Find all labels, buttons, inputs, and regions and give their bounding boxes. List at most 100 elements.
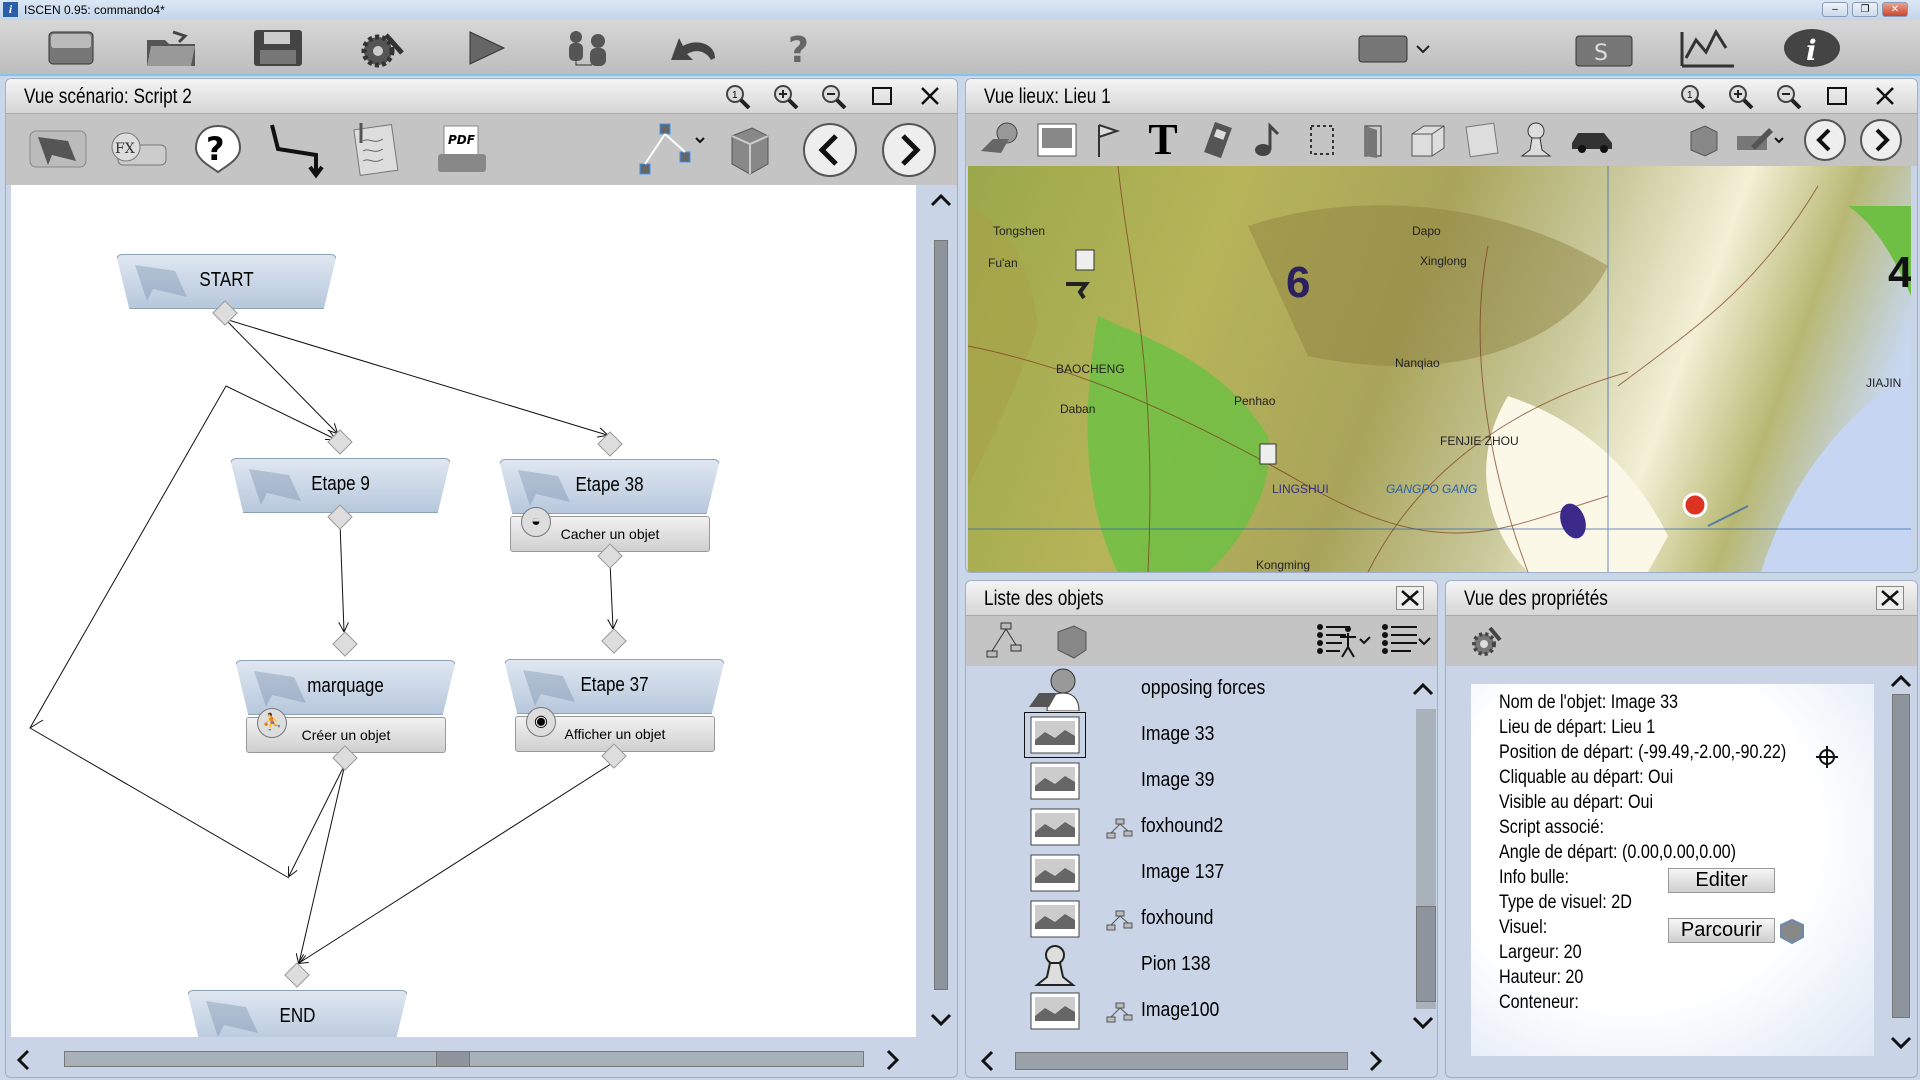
browse-button[interactable]: Parcourir	[1668, 918, 1775, 943]
map-object-image[interactable]	[1075, 249, 1095, 271]
settings-button[interactable]	[354, 26, 410, 70]
image-tool[interactable]	[1034, 120, 1080, 160]
close-panel-button[interactable]	[1871, 84, 1899, 108]
node-etape-38[interactable]: Etape 38	[499, 459, 720, 514]
chevron-left-icon[interactable]	[980, 1050, 994, 1072]
zoom-out-button[interactable]	[1775, 84, 1803, 109]
cube-tool[interactable]	[724, 122, 774, 178]
crosshair-icon[interactable]	[1816, 746, 1838, 768]
close-panel-button[interactable]	[1876, 586, 1904, 610]
list-item-selected[interactable]: Image 33	[966, 712, 1406, 758]
box-tool[interactable]	[1406, 120, 1450, 160]
node-end[interactable]: END	[187, 990, 408, 1037]
create-object-icon: ⛹	[257, 708, 287, 738]
zoom-reset-button[interactable]: 1	[724, 84, 752, 109]
list-item[interactable]: foxhound2	[966, 804, 1406, 850]
previous-button[interactable]	[1802, 118, 1848, 162]
tree-layout-dropdown[interactable]	[636, 122, 712, 178]
maximize-panel-button[interactable]	[1823, 84, 1851, 108]
list-filter-dropdown[interactable]	[1380, 620, 1434, 662]
node-etape-37[interactable]: Etape 37	[504, 659, 725, 714]
text-tool[interactable]: T	[1138, 115, 1188, 164]
next-button[interactable]	[880, 122, 938, 178]
vehicle-tool[interactable]	[1568, 120, 1618, 160]
objects-horizontal-scrollbar[interactable]	[966, 1040, 1437, 1077]
question-tool[interactable]: ?	[190, 122, 246, 176]
maximize-panel-button[interactable]	[868, 84, 896, 108]
scrollbar-thumb[interactable]	[1416, 906, 1436, 1002]
properties-vertical-scrollbar[interactable]	[1882, 666, 1917, 1066]
minimize-button[interactable]: –	[1822, 2, 1848, 17]
chevron-up-icon[interactable]	[1412, 682, 1434, 696]
list-item[interactable]: Image 39	[966, 758, 1406, 804]
notes-tool[interactable]	[348, 120, 404, 178]
cube-tool[interactable]	[1684, 120, 1724, 160]
node-marquage[interactable]: marquage	[235, 660, 456, 715]
chevron-down-icon[interactable]	[1890, 1036, 1912, 1050]
previous-button[interactable]	[801, 122, 859, 178]
horizontal-scrollbar[interactable]	[6, 1037, 922, 1077]
export-button[interactable]: S	[1572, 26, 1636, 70]
cube-button[interactable]	[1050, 620, 1094, 662]
zoom-reset-button[interactable]: 1	[1679, 84, 1707, 109]
settings-button[interactable]	[1464, 621, 1508, 661]
pawn-tool[interactable]	[1514, 120, 1558, 160]
users-button[interactable]	[560, 26, 616, 70]
chevron-down-icon[interactable]	[1412, 1016, 1434, 1030]
draw-tool-dropdown[interactable]	[1734, 120, 1788, 160]
scrollbar-thumb[interactable]	[934, 240, 948, 990]
scenario-canvas[interactable]: START Etape 9 Etape 38 ◒ Cacher un objet …	[11, 185, 916, 1037]
flag-tool[interactable]	[1090, 120, 1126, 160]
undo-button[interactable]	[665, 26, 721, 70]
close-button[interactable]: ✕	[1882, 2, 1908, 17]
selection-tool[interactable]	[1304, 120, 1340, 160]
chevron-left-icon[interactable]	[16, 1049, 30, 1071]
list-item[interactable]: Image 137	[966, 850, 1406, 896]
new-document-button[interactable]	[43, 26, 99, 70]
fx-tool[interactable]: FX	[106, 124, 170, 174]
map-view[interactable]: Tongshen Fu'an BAOCHENG Daban Penhao LIN…	[968, 166, 1911, 572]
statistics-button[interactable]	[1676, 26, 1740, 70]
person-tool[interactable]	[978, 120, 1024, 160]
list-item[interactable]: Image100	[966, 988, 1406, 1034]
close-panel-button[interactable]	[1396, 586, 1424, 610]
play-button[interactable]	[458, 26, 514, 70]
chevron-right-icon[interactable]	[886, 1049, 900, 1071]
node-start[interactable]: START	[116, 254, 337, 309]
edit-button[interactable]: Editer	[1668, 868, 1775, 893]
vertical-scrollbar[interactable]	[922, 185, 957, 1037]
save-button[interactable]	[250, 26, 306, 70]
cube-icon[interactable]	[1778, 917, 1806, 945]
chevron-right-icon[interactable]	[1369, 1050, 1383, 1072]
zoom-in-button[interactable]	[1727, 84, 1755, 109]
filter-characters-dropdown[interactable]	[1316, 620, 1372, 662]
scrollbar-thumb[interactable]	[1015, 1052, 1348, 1070]
list-item[interactable]: foxhound	[966, 896, 1406, 942]
info-button[interactable]: i	[1780, 26, 1844, 70]
door-tool[interactable]	[1356, 120, 1392, 160]
pdf-tool[interactable]: PDF	[434, 124, 490, 174]
help-button[interactable]: ?	[772, 26, 828, 70]
scrollbar-thumb[interactable]	[436, 1051, 470, 1067]
zoom-out-button[interactable]	[820, 84, 848, 109]
flag-tool[interactable]	[26, 124, 90, 174]
list-item[interactable]: opposing forces	[966, 666, 1406, 712]
film-tool[interactable]	[1198, 120, 1238, 160]
notes-tool[interactable]	[1460, 120, 1504, 160]
list-item[interactable]: Pion 138	[966, 942, 1406, 988]
screen-dropdown[interactable]	[1355, 26, 1435, 70]
objects-vertical-scrollbar[interactable]	[1406, 666, 1437, 1040]
open-button[interactable]	[143, 26, 199, 70]
connector-tool[interactable]	[268, 120, 328, 180]
chevron-down-icon[interactable]	[930, 1013, 952, 1027]
maximize-button[interactable]: ❐	[1852, 2, 1878, 17]
close-panel-button[interactable]	[916, 84, 944, 108]
next-button[interactable]	[1858, 118, 1904, 162]
music-tool[interactable]	[1248, 120, 1288, 160]
chevron-up-icon[interactable]	[930, 193, 952, 207]
scrollbar-thumb[interactable]	[1892, 694, 1910, 1018]
chevron-up-icon[interactable]	[1890, 674, 1912, 688]
map-object-image[interactable]	[1259, 443, 1277, 465]
tree-view-button[interactable]	[984, 620, 1028, 662]
zoom-in-button[interactable]	[772, 84, 800, 109]
